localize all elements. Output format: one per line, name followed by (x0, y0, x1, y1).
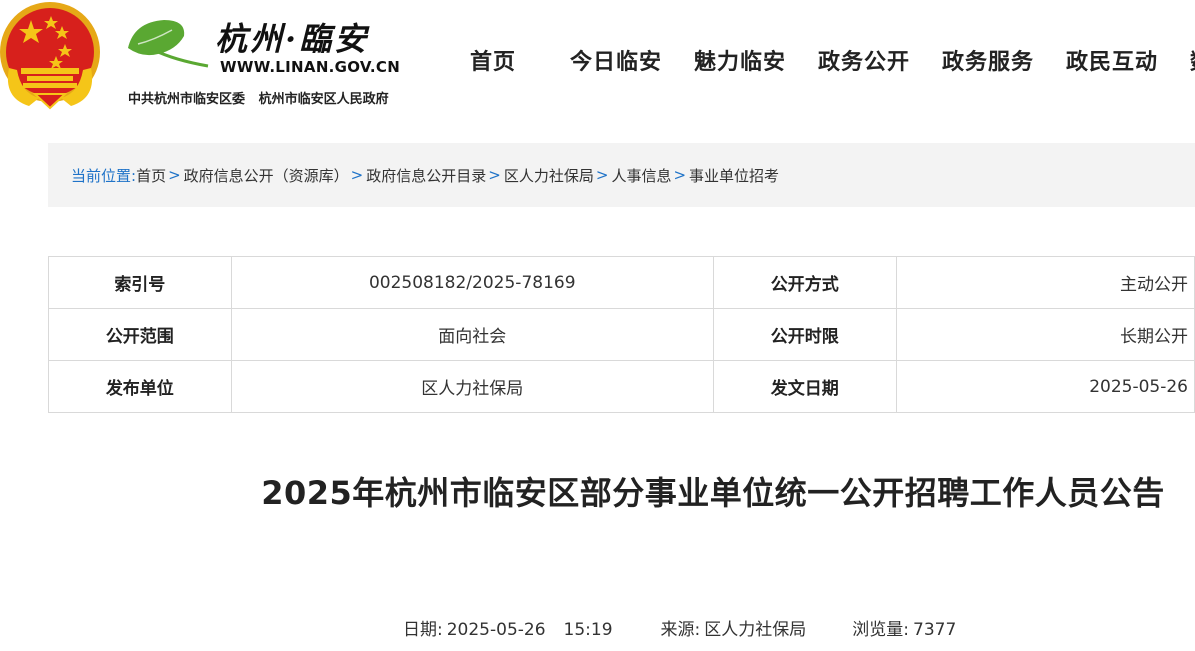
breadcrumb-separator: > (168, 166, 181, 184)
breadcrumb-item-gov-info-library[interactable]: 政府信息公开（资源库） (184, 165, 349, 186)
index-number-value: 002508182/2025-78169 (230, 256, 714, 309)
nav-charm-linan[interactable]: 魅力临安 (694, 44, 786, 76)
source-label: 来源: (660, 620, 701, 640)
breadcrumb: 当前位置: 首页 > 政府信息公开（资源库） > 政府信息公开目录 > 区人力社… (48, 143, 1195, 207)
disclosure-method-value: 主动公开 (895, 256, 1195, 309)
nav-today-linan[interactable]: 今日临安 (570, 44, 662, 76)
national-emblem-icon[interactable] (0, 0, 101, 112)
disclosure-method-label: 公开方式 (712, 256, 897, 309)
nav-data-truncated[interactable]: 数 (1190, 44, 1195, 76)
issue-date-value: 2025-05-26 (895, 360, 1195, 413)
site-header: 杭州·臨安 WWW.LINAN.GOV.CN 中共杭州市临安区委 杭州市临安区人… (0, 0, 1195, 120)
source-value: 区人力社保局 (704, 620, 807, 640)
breadcrumb-item-gov-info-catalog[interactable]: 政府信息公开目录 (366, 165, 486, 186)
views-label: 浏览量: (852, 620, 909, 640)
site-url: WWW.LINAN.GOV.CN (220, 58, 401, 76)
breadcrumb-item-home[interactable]: 首页 (136, 165, 166, 186)
nav-public-interaction[interactable]: 政民互动 (1066, 44, 1158, 76)
publisher-value: 区人力社保局 (230, 360, 714, 413)
breadcrumb-label: 当前位置: (71, 166, 137, 185)
breadcrumb-separator: > (350, 166, 364, 184)
disclosure-scope-value: 面向社会 (230, 308, 714, 361)
issue-date-label: 发文日期 (712, 360, 897, 413)
views-count: 7377 (913, 620, 957, 640)
disclosure-period-value: 长期公开 (895, 308, 1195, 361)
document-info-table: 索引号 002508182/2025-78169 公开方式 主动公开 公开范围 … (48, 256, 1195, 413)
nav-gov-services[interactable]: 政务服务 (942, 44, 1034, 76)
index-number-label: 索引号 (48, 256, 232, 309)
nav-home[interactable]: 首页 (470, 44, 516, 76)
publisher-label: 发布单位 (48, 360, 232, 413)
site-name-logo[interactable]: 杭州·臨安 (215, 14, 369, 60)
ginkgo-leaf-logo-icon[interactable] (124, 16, 210, 74)
disclosure-scope-label: 公开范围 (48, 308, 232, 361)
disclosure-period-label: 公开时限 (712, 308, 897, 361)
date-label: 日期: (403, 620, 443, 640)
nav-gov-affairs-open[interactable]: 政务公开 (818, 44, 910, 76)
site-organizations: 中共杭州市临安区委 杭州市临安区人民政府 (128, 92, 389, 107)
breadcrumb-item-hr-bureau[interactable]: 区人力社保局 (504, 165, 594, 186)
breadcrumb-item-institution-recruitment[interactable]: 事业单位招考 (689, 165, 779, 186)
breadcrumb-separator: > (673, 166, 687, 184)
breadcrumb-item-personnel-info[interactable]: 人事信息 (611, 165, 671, 186)
publish-time: 15:19 (563, 620, 613, 640)
breadcrumb-separator: > (488, 166, 501, 184)
publish-date: 2025-05-26 (446, 620, 546, 640)
table-row: 公开范围 面向社会 公开时限 长期公开 (48, 308, 1195, 361)
article-meta: 日期: 2025-05-26 15:19 来源: 区人力社保局 浏览量: 7377 (403, 615, 956, 640)
breadcrumb-separator: > (595, 166, 609, 184)
table-row: 索引号 002508182/2025-78169 公开方式 主动公开 (48, 256, 1195, 309)
article-title: 2025年杭州市临安区部分事业单位统一公开招聘工作人员公告 (261, 474, 1165, 512)
table-row: 发布单位 区人力社保局 发文日期 2025-05-26 (48, 360, 1195, 413)
